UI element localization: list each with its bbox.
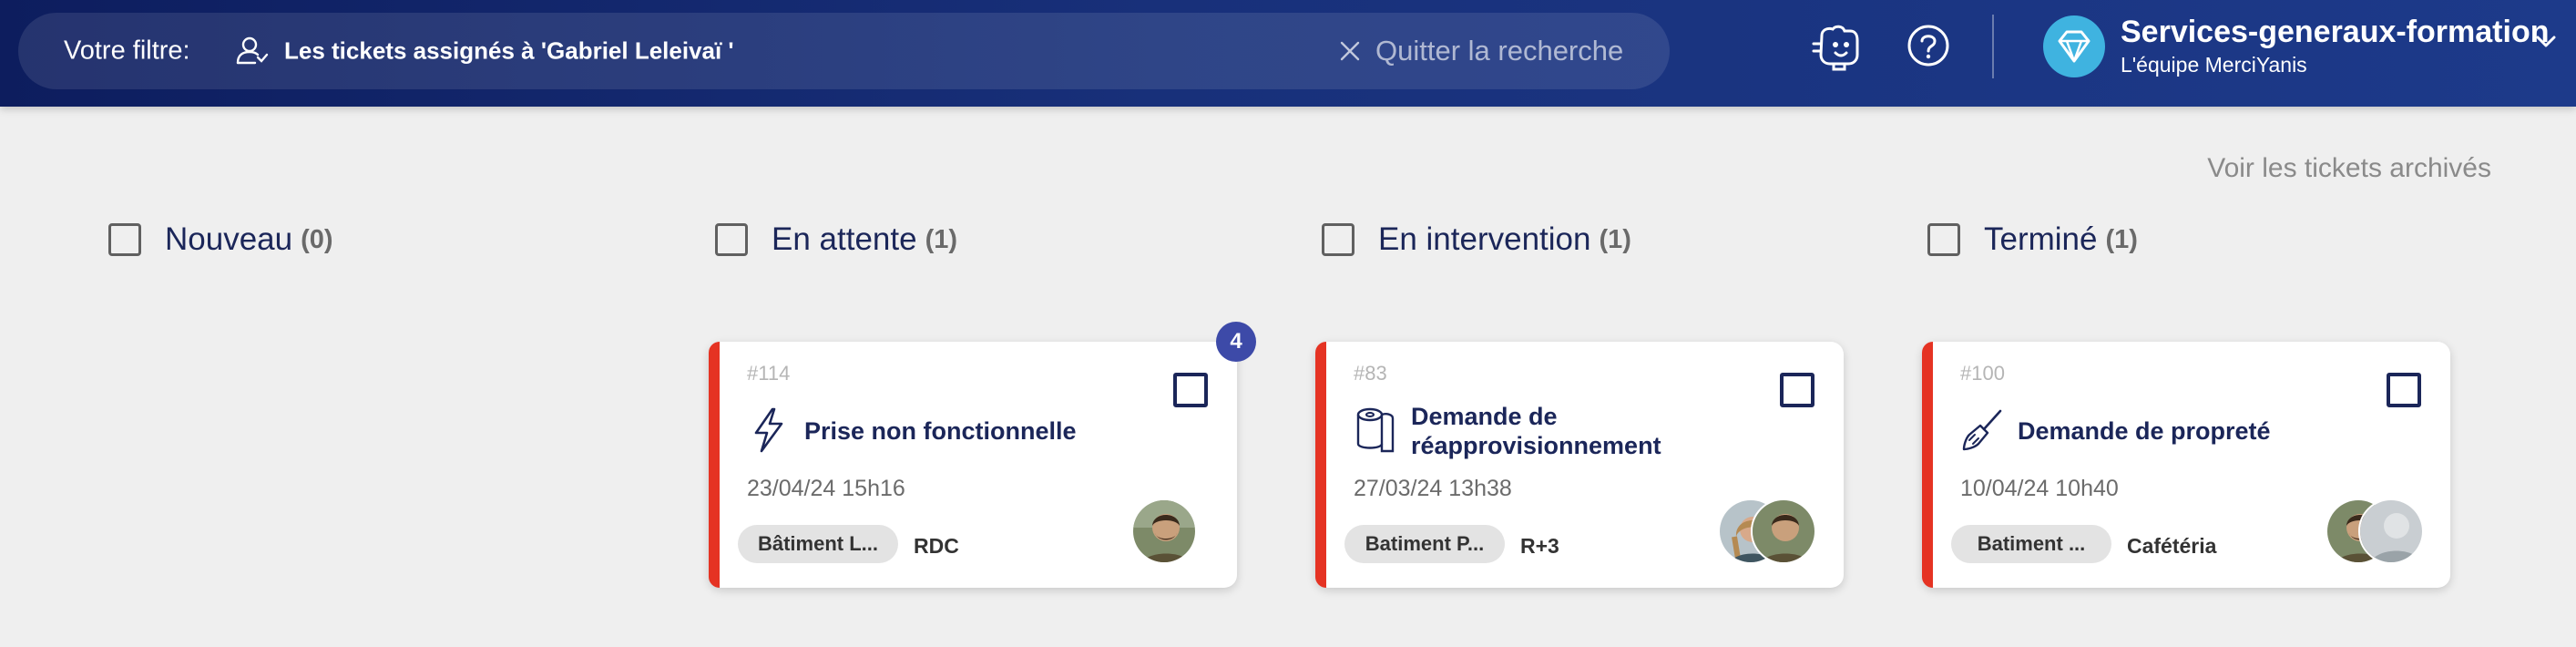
lightning-icon: [754, 407, 783, 453]
org-team: L'équipe MerciYanis: [2121, 53, 2307, 77]
column-select-checkbox[interactable]: [715, 223, 748, 256]
archived-tickets-link[interactable]: Voir les tickets archivés: [2207, 153, 2491, 184]
ticket-number: #100: [1960, 362, 2005, 385]
chevron-down-icon[interactable]: [2534, 29, 2558, 53]
ticket-date: 23/04/24 15h16: [747, 476, 905, 501]
column-select-checkbox[interactable]: [1322, 223, 1354, 256]
ticket-select-checkbox[interactable]: [1780, 373, 1814, 407]
ticket-number: #83: [1354, 362, 1387, 385]
column-title: En intervention: [1378, 221, 1591, 257]
building-tag: Batiment ...: [1951, 525, 2111, 563]
ticket-select-checkbox[interactable]: [1173, 373, 1208, 407]
user-icon: [236, 36, 269, 65]
ticket-card[interactable]: #83 Demande de réapprovisionnement 27/03…: [1315, 342, 1844, 588]
column-title: Nouveau: [165, 221, 293, 257]
top-bar: Votre filtre: Les tickets assignés à 'Ga…: [0, 0, 2576, 107]
building-tag: Batiment P...: [1344, 525, 1505, 563]
column-select-checkbox[interactable]: [108, 223, 141, 256]
toilet-paper-icon: [1356, 407, 1395, 453]
org-name[interactable]: Services-generaux-formation: [2121, 15, 2550, 50]
floor-label: Cafétéria: [2127, 534, 2217, 558]
question-icon: [1907, 25, 1949, 67]
floor-label: RDC: [914, 534, 959, 558]
floor-label: R+3: [1520, 534, 1559, 558]
org-avatar[interactable]: [2043, 15, 2105, 77]
ticket-card[interactable]: #100 Demande de propreté 10/04/24 10h40 …: [1922, 342, 2450, 588]
ticket-card[interactable]: #114 Prise non fonctionnelle 23/04/24 15…: [709, 322, 1256, 588]
close-icon: [1340, 41, 1360, 61]
robot-bell-icon: [1812, 25, 1859, 71]
column-title: En attente: [772, 221, 917, 257]
ticket-date: 27/03/24 13h38: [1354, 476, 1512, 501]
column-header-en-attente: En attente (1): [715, 221, 957, 258]
help-button[interactable]: [1906, 23, 1951, 68]
filter-value: Les tickets assignés à 'Gabriel Leleivaï…: [284, 36, 734, 65]
assignee-avatar: [2358, 498, 2424, 564]
ticket-number: #114: [747, 362, 791, 385]
priority-accent: [1315, 342, 1326, 588]
column-title: Terminé: [1984, 221, 2098, 257]
broom-icon: [1962, 409, 2002, 451]
quit-search-label: Quitter la recherche: [1375, 35, 1624, 67]
assignee-avatar: [1131, 498, 1197, 564]
ticket-title: Demande de propreté: [2018, 417, 2271, 445]
column-count: (1): [1599, 224, 1631, 254]
diamond-icon: [2058, 30, 2090, 63]
comments-count-badge: 4: [1216, 322, 1256, 362]
filter-bar: Votre filtre: Les tickets assignés à 'Ga…: [18, 13, 1670, 89]
column-select-checkbox[interactable]: [1927, 223, 1960, 256]
filter-label: Votre filtre:: [64, 36, 190, 66]
priority-accent: [709, 342, 720, 588]
ticket-title: Prise non fonctionnelle: [804, 417, 1077, 445]
column-count: (1): [2105, 224, 2138, 254]
ticket-select-checkbox[interactable]: [2387, 373, 2421, 407]
column-count: (1): [925, 224, 958, 254]
column-header-termine: Terminé (1): [1927, 221, 2138, 258]
notifications-button[interactable]: [1808, 22, 1863, 77]
building-tag: Bâtiment L...: [738, 525, 898, 563]
quit-search-button[interactable]: Quitter la recherche: [1337, 35, 1623, 67]
column-header-nouveau: Nouveau (0): [108, 221, 333, 258]
column-header-en-intervention: En intervention (1): [1322, 221, 1631, 258]
ticket-title-line2: réapprovisionnement: [1411, 432, 1661, 459]
header-divider: [1992, 15, 1994, 78]
ticket-date: 10/04/24 10h40: [1960, 476, 2119, 501]
ticket-title: Demande de: [1411, 403, 1558, 430]
assignee-avatar: [1751, 498, 1816, 564]
priority-accent: [1922, 342, 1933, 588]
column-count: (0): [301, 224, 333, 254]
